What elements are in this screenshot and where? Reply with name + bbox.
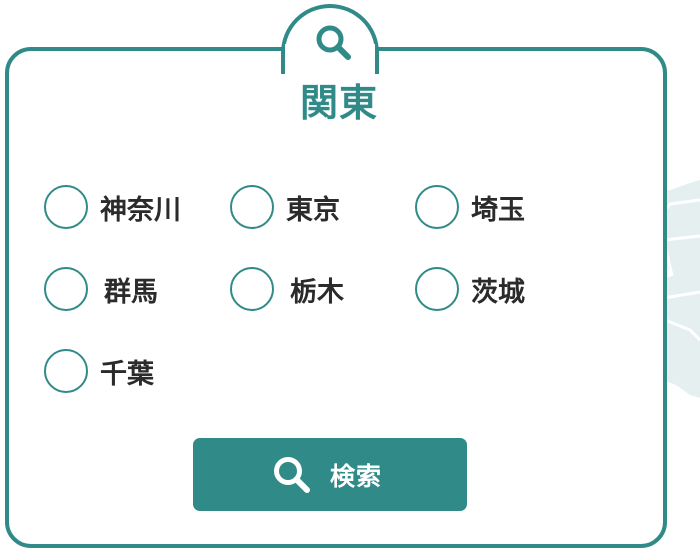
radio-button[interactable] [230,267,274,311]
radio-button[interactable] [415,267,459,311]
option-label: 栃木 [290,276,344,308]
region-title: 関東 [299,81,378,125]
search-button-label: 検索 [329,461,382,491]
option-label: 東京 [286,194,340,226]
option-label: 茨城 [471,276,525,308]
option-label: 群馬 [104,276,158,308]
option-chiba[interactable]: 千葉 [44,346,154,396]
search-icon [273,456,310,493]
search-icon [316,25,351,60]
option-label: 埼玉 [471,194,525,226]
radio-button[interactable] [44,267,88,311]
option-ibaraki[interactable]: 茨城 [415,264,525,314]
option-saitama[interactable]: 埼玉 [415,182,525,232]
radio-button[interactable] [230,185,274,229]
radio-button[interactable] [415,185,459,229]
option-tochigi[interactable]: 栃木 [230,264,344,314]
option-label: 神奈川 [100,194,181,226]
radio-button[interactable] [44,349,88,393]
option-kanagawa[interactable]: 神奈川 [44,182,181,232]
search-button[interactable]: 検索 [193,438,467,511]
option-gunma[interactable]: 群馬 [44,264,158,314]
option-label: 千葉 [100,358,154,390]
radio-button[interactable] [44,185,88,229]
option-tokyo[interactable]: 東京 [230,182,340,232]
